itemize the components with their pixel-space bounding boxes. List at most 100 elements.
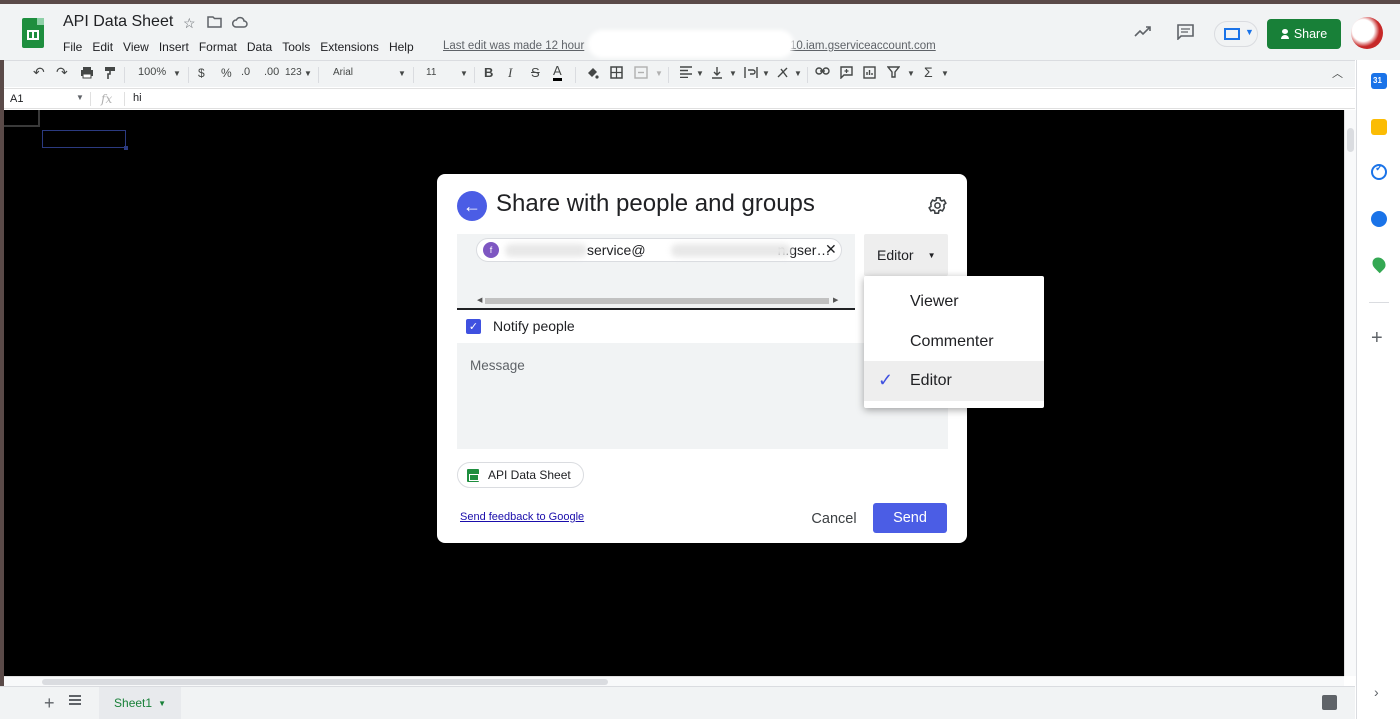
last-edit-link-tail[interactable]: 10.iam.gserviceaccount.com <box>790 40 936 52</box>
trending-icon[interactable] <box>1134 24 1152 42</box>
scroll-right-icon[interactable]: ▶ <box>833 296 838 304</box>
present-button[interactable]: ▼ <box>1214 21 1258 47</box>
chevron-down-icon[interactable]: ▼ <box>941 69 949 78</box>
font-select[interactable]: Arial <box>333 67 353 78</box>
sheets-logo-icon[interactable] <box>22 18 44 48</box>
comment-icon[interactable] <box>1177 24 1194 45</box>
align-icon[interactable] <box>679 66 693 81</box>
undo-icon[interactable]: ↶ <box>33 64 45 81</box>
name-box[interactable]: A1 <box>10 93 23 105</box>
sheet-tab-sheet1[interactable]: Sheet1 ▼ <box>99 687 181 719</box>
cloud-icon[interactable] <box>231 15 248 31</box>
text-rotation-icon[interactable] <box>776 66 790 82</box>
add-addon-icon[interactable]: + <box>1371 328 1383 348</box>
chevron-down-icon[interactable]: ▼ <box>173 69 181 78</box>
explore-icon[interactable] <box>1322 695 1337 710</box>
calendar-icon[interactable] <box>1371 73 1387 89</box>
chevron-down-icon[interactable]: ▼ <box>794 69 802 78</box>
role-option-commenter[interactable]: Commenter <box>864 322 1044 362</box>
role-option-editor[interactable]: ✓ Editor <box>864 361 1044 401</box>
maps-icon[interactable] <box>1369 254 1389 274</box>
borders-icon[interactable] <box>610 66 623 82</box>
redo-icon[interactable]: ↷ <box>56 64 68 81</box>
decrease-decimal-button[interactable]: .0 <box>241 66 250 78</box>
role-option-viewer[interactable]: Viewer <box>864 282 1044 322</box>
paint-format-icon[interactable] <box>104 66 116 83</box>
redaction-blur <box>671 244 791 257</box>
more-formats-button[interactable]: 123 <box>285 67 302 78</box>
menu-file[interactable]: File <box>63 40 82 54</box>
strikethrough-button[interactable]: S <box>531 65 540 80</box>
scroll-left-icon[interactable]: ◀ <box>477 296 482 304</box>
menu-edit[interactable]: Edit <box>92 40 113 54</box>
chevron-right-icon[interactable]: › <box>1374 684 1379 700</box>
role-select-label: Editor <box>877 247 914 263</box>
menu-view[interactable]: View <box>123 40 149 54</box>
text-color-button[interactable]: A <box>553 64 562 81</box>
notify-checkbox[interactable]: ✓ <box>466 319 481 334</box>
horizontal-scrollbar[interactable] <box>4 676 1344 686</box>
menu-extensions[interactable]: Extensions <box>320 40 379 54</box>
scroll-thumb[interactable] <box>1347 128 1354 152</box>
menu-help[interactable]: Help <box>389 40 414 54</box>
chevron-down-icon[interactable]: ▼ <box>76 93 84 102</box>
folder-icon[interactable] <box>207 15 222 31</box>
chevron-down-icon[interactable]: ▼ <box>398 69 406 78</box>
menu-insert[interactable]: Insert <box>159 40 189 54</box>
tasks-icon[interactable] <box>1371 163 1387 180</box>
bold-button[interactable]: B <box>484 65 493 80</box>
formula-input[interactable]: hi <box>133 92 142 104</box>
menu-format[interactable]: Format <box>199 40 237 54</box>
settings-icon[interactable] <box>927 195 948 216</box>
cancel-button[interactable]: Cancel <box>798 504 870 534</box>
percent-format-button[interactable]: % <box>221 66 232 80</box>
valign-icon[interactable] <box>711 66 723 82</box>
chevron-down-icon[interactable]: ▼ <box>460 69 468 78</box>
italic-button[interactable]: I <box>508 65 512 81</box>
print-icon[interactable] <box>80 66 94 82</box>
add-sheet-icon[interactable]: + <box>44 693 55 714</box>
contacts-icon[interactable] <box>1371 211 1387 227</box>
fill-color-icon[interactable] <box>585 66 599 83</box>
chevron-down-icon[interactable]: ▼ <box>907 69 915 78</box>
chips-scrollbar[interactable]: ◀ ▶ <box>477 296 838 306</box>
insert-comment-icon[interactable] <box>840 66 853 82</box>
scroll-thumb[interactable] <box>485 298 829 304</box>
functions-button[interactable]: Σ <box>924 64 933 80</box>
increase-decimal-button[interactable]: .00 <box>264 66 279 78</box>
toolbar-divider <box>124 67 125 83</box>
merge-cells-icon[interactable] <box>634 66 648 82</box>
keep-icon[interactable] <box>1371 119 1387 135</box>
chevron-down-icon[interactable]: ▼ <box>696 69 704 78</box>
insert-link-icon[interactable] <box>815 66 830 79</box>
star-icon[interactable]: ☆ <box>183 15 196 32</box>
currency-format-button[interactable]: $ <box>198 66 205 80</box>
zoom-select[interactable]: 100% <box>138 66 166 78</box>
chevron-down-icon[interactable]: ▼ <box>762 69 770 78</box>
send-button[interactable]: Send <box>873 503 947 533</box>
account-avatar[interactable] <box>1351 17 1383 49</box>
insert-chart-icon[interactable] <box>863 66 876 82</box>
role-select-button[interactable]: Editor ▼ <box>864 234 948 276</box>
last-edit-link[interactable]: Last edit was made 12 hour <box>443 40 584 52</box>
collapse-toolbar-icon[interactable]: ︿ <box>1332 65 1343 81</box>
document-title[interactable]: API Data Sheet <box>63 13 173 31</box>
chevron-down-icon[interactable]: ▼ <box>729 69 737 78</box>
back-arrow-icon[interactable]: ← <box>457 191 487 221</box>
recipient-chip[interactable]: f service@ n.gser… ✕ <box>476 238 842 262</box>
file-chip[interactable]: API Data Sheet <box>457 462 584 488</box>
chevron-down-icon[interactable]: ▼ <box>655 69 663 78</box>
text-wrap-icon[interactable] <box>744 66 758 82</box>
menu-data[interactable]: Data <box>247 40 272 54</box>
people-input[interactable]: f service@ n.gser… ✕ ◀ ▶ <box>457 234 855 310</box>
font-size-select[interactable]: 11 <box>426 67 436 78</box>
share-button[interactable]: Share <box>1267 19 1341 49</box>
scroll-thumb[interactable] <box>42 679 608 685</box>
send-feedback-link[interactable]: Send feedback to Google <box>460 511 584 523</box>
chevron-down-icon[interactable]: ▼ <box>304 69 312 78</box>
all-sheets-icon[interactable] <box>69 695 81 707</box>
filter-icon[interactable] <box>886 66 901 81</box>
vertical-scrollbar[interactable] <box>1344 110 1356 676</box>
menu-tools[interactable]: Tools <box>282 40 310 54</box>
close-icon[interactable]: ✕ <box>825 241 837 258</box>
